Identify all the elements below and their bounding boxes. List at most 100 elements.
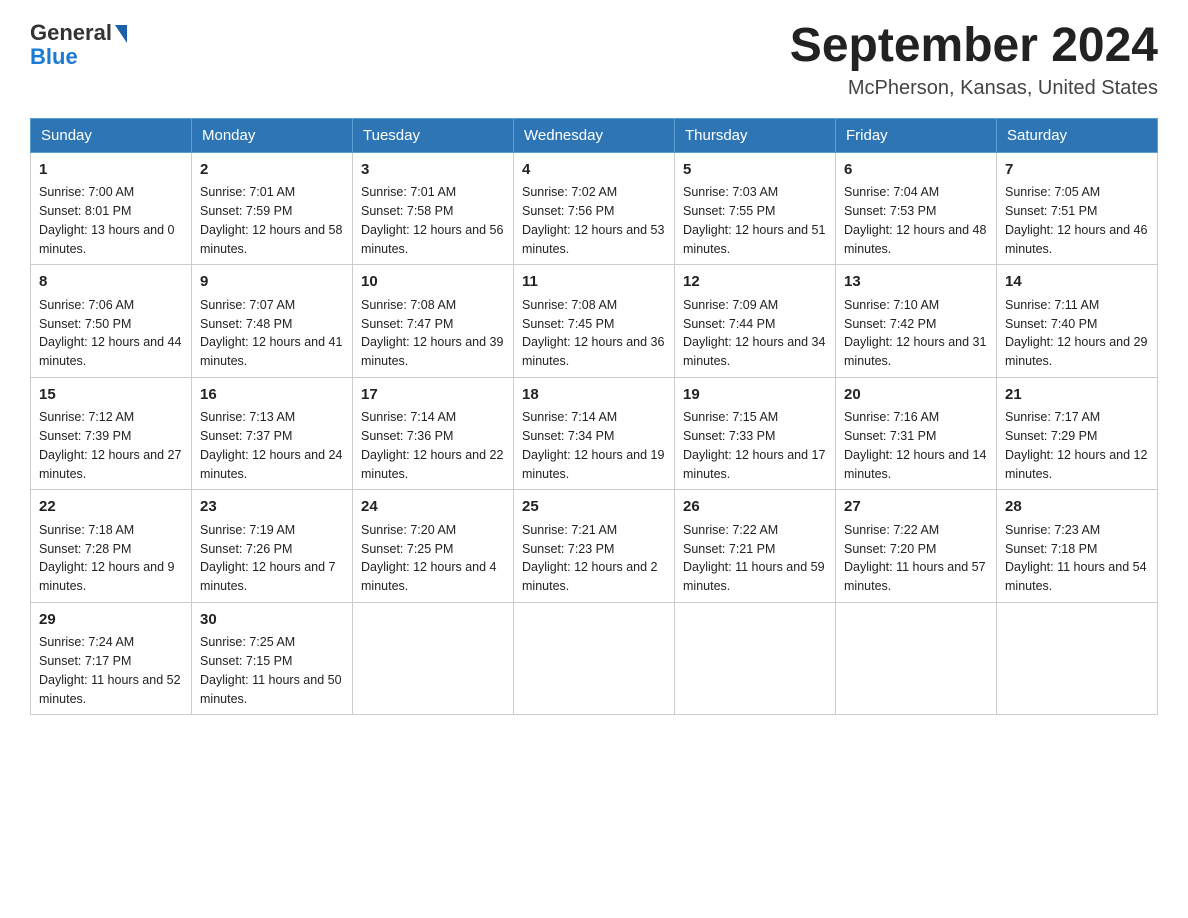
day-number: 30 bbox=[200, 609, 344, 632]
day-cell bbox=[675, 602, 836, 715]
day-info: Sunrise: 7:07 AMSunset: 7:48 PMDaylight:… bbox=[200, 296, 344, 371]
day-cell: 20Sunrise: 7:16 AMSunset: 7:31 PMDayligh… bbox=[836, 377, 997, 490]
day-cell: 11Sunrise: 7:08 AMSunset: 7:45 PMDayligh… bbox=[514, 265, 675, 378]
day-number: 6 bbox=[844, 159, 988, 182]
weekday-wednesday: Wednesday bbox=[514, 118, 675, 152]
day-number: 14 bbox=[1005, 271, 1149, 294]
page-header: General Blue September 2024 McPherson, K… bbox=[30, 20, 1158, 100]
day-info: Sunrise: 7:08 AMSunset: 7:47 PMDaylight:… bbox=[361, 296, 505, 371]
day-cell: 15Sunrise: 7:12 AMSunset: 7:39 PMDayligh… bbox=[31, 377, 192, 490]
day-cell: 23Sunrise: 7:19 AMSunset: 7:26 PMDayligh… bbox=[192, 490, 353, 603]
day-number: 27 bbox=[844, 496, 988, 519]
day-number: 20 bbox=[844, 384, 988, 407]
day-cell: 12Sunrise: 7:09 AMSunset: 7:44 PMDayligh… bbox=[675, 265, 836, 378]
day-cell: 18Sunrise: 7:14 AMSunset: 7:34 PMDayligh… bbox=[514, 377, 675, 490]
month-title: September 2024 bbox=[790, 20, 1158, 73]
day-cell: 29Sunrise: 7:24 AMSunset: 7:17 PMDayligh… bbox=[31, 602, 192, 715]
day-number: 1 bbox=[39, 159, 183, 182]
day-cell: 9Sunrise: 7:07 AMSunset: 7:48 PMDaylight… bbox=[192, 265, 353, 378]
day-cell: 28Sunrise: 7:23 AMSunset: 7:18 PMDayligh… bbox=[997, 490, 1158, 603]
day-info: Sunrise: 7:08 AMSunset: 7:45 PMDaylight:… bbox=[522, 296, 666, 371]
weekday-header-row: SundayMondayTuesdayWednesdayThursdayFrid… bbox=[31, 118, 1158, 152]
weekday-saturday: Saturday bbox=[997, 118, 1158, 152]
day-info: Sunrise: 7:11 AMSunset: 7:40 PMDaylight:… bbox=[1005, 296, 1149, 371]
day-cell: 13Sunrise: 7:10 AMSunset: 7:42 PMDayligh… bbox=[836, 265, 997, 378]
day-number: 28 bbox=[1005, 496, 1149, 519]
day-number: 4 bbox=[522, 159, 666, 182]
day-number: 7 bbox=[1005, 159, 1149, 182]
day-cell: 30Sunrise: 7:25 AMSunset: 7:15 PMDayligh… bbox=[192, 602, 353, 715]
day-number: 18 bbox=[522, 384, 666, 407]
day-number: 19 bbox=[683, 384, 827, 407]
day-cell: 3Sunrise: 7:01 AMSunset: 7:58 PMDaylight… bbox=[353, 152, 514, 265]
day-cell: 22Sunrise: 7:18 AMSunset: 7:28 PMDayligh… bbox=[31, 490, 192, 603]
weekday-friday: Friday bbox=[836, 118, 997, 152]
day-number: 17 bbox=[361, 384, 505, 407]
title-section: September 2024 McPherson, Kansas, United… bbox=[790, 20, 1158, 100]
day-number: 10 bbox=[361, 271, 505, 294]
location-title: McPherson, Kansas, United States bbox=[790, 77, 1158, 100]
day-number: 8 bbox=[39, 271, 183, 294]
day-info: Sunrise: 7:12 AMSunset: 7:39 PMDaylight:… bbox=[39, 408, 183, 483]
logo: General Blue bbox=[30, 20, 127, 70]
week-row-4: 22Sunrise: 7:18 AMSunset: 7:28 PMDayligh… bbox=[31, 490, 1158, 603]
day-number: 22 bbox=[39, 496, 183, 519]
day-number: 25 bbox=[522, 496, 666, 519]
calendar-table: SundayMondayTuesdayWednesdayThursdayFrid… bbox=[30, 118, 1158, 716]
day-number: 3 bbox=[361, 159, 505, 182]
day-number: 24 bbox=[361, 496, 505, 519]
day-info: Sunrise: 7:13 AMSunset: 7:37 PMDaylight:… bbox=[200, 408, 344, 483]
day-number: 2 bbox=[200, 159, 344, 182]
day-info: Sunrise: 7:19 AMSunset: 7:26 PMDaylight:… bbox=[200, 521, 344, 596]
day-cell: 8Sunrise: 7:06 AMSunset: 7:50 PMDaylight… bbox=[31, 265, 192, 378]
day-number: 23 bbox=[200, 496, 344, 519]
day-cell: 10Sunrise: 7:08 AMSunset: 7:47 PMDayligh… bbox=[353, 265, 514, 378]
day-number: 9 bbox=[200, 271, 344, 294]
day-info: Sunrise: 7:17 AMSunset: 7:29 PMDaylight:… bbox=[1005, 408, 1149, 483]
day-info: Sunrise: 7:14 AMSunset: 7:36 PMDaylight:… bbox=[361, 408, 505, 483]
day-cell bbox=[836, 602, 997, 715]
day-info: Sunrise: 7:01 AMSunset: 7:59 PMDaylight:… bbox=[200, 183, 344, 258]
day-info: Sunrise: 7:10 AMSunset: 7:42 PMDaylight:… bbox=[844, 296, 988, 371]
day-info: Sunrise: 7:03 AMSunset: 7:55 PMDaylight:… bbox=[683, 183, 827, 258]
week-row-2: 8Sunrise: 7:06 AMSunset: 7:50 PMDaylight… bbox=[31, 265, 1158, 378]
day-number: 15 bbox=[39, 384, 183, 407]
day-cell: 7Sunrise: 7:05 AMSunset: 7:51 PMDaylight… bbox=[997, 152, 1158, 265]
day-info: Sunrise: 7:06 AMSunset: 7:50 PMDaylight:… bbox=[39, 296, 183, 371]
logo-general-text: General bbox=[30, 20, 112, 46]
day-info: Sunrise: 7:23 AMSunset: 7:18 PMDaylight:… bbox=[1005, 521, 1149, 596]
day-info: Sunrise: 7:21 AMSunset: 7:23 PMDaylight:… bbox=[522, 521, 666, 596]
day-number: 12 bbox=[683, 271, 827, 294]
logo-arrow-icon bbox=[115, 25, 127, 43]
day-cell: 16Sunrise: 7:13 AMSunset: 7:37 PMDayligh… bbox=[192, 377, 353, 490]
day-info: Sunrise: 7:20 AMSunset: 7:25 PMDaylight:… bbox=[361, 521, 505, 596]
day-cell bbox=[997, 602, 1158, 715]
weekday-monday: Monday bbox=[192, 118, 353, 152]
day-number: 21 bbox=[1005, 384, 1149, 407]
day-cell: 26Sunrise: 7:22 AMSunset: 7:21 PMDayligh… bbox=[675, 490, 836, 603]
day-number: 11 bbox=[522, 271, 666, 294]
day-info: Sunrise: 7:25 AMSunset: 7:15 PMDaylight:… bbox=[200, 633, 344, 708]
day-info: Sunrise: 7:22 AMSunset: 7:21 PMDaylight:… bbox=[683, 521, 827, 596]
day-number: 5 bbox=[683, 159, 827, 182]
day-info: Sunrise: 7:02 AMSunset: 7:56 PMDaylight:… bbox=[522, 183, 666, 258]
weekday-thursday: Thursday bbox=[675, 118, 836, 152]
day-number: 26 bbox=[683, 496, 827, 519]
weekday-tuesday: Tuesday bbox=[353, 118, 514, 152]
day-info: Sunrise: 7:24 AMSunset: 7:17 PMDaylight:… bbox=[39, 633, 183, 708]
day-cell: 5Sunrise: 7:03 AMSunset: 7:55 PMDaylight… bbox=[675, 152, 836, 265]
day-info: Sunrise: 7:01 AMSunset: 7:58 PMDaylight:… bbox=[361, 183, 505, 258]
day-cell: 19Sunrise: 7:15 AMSunset: 7:33 PMDayligh… bbox=[675, 377, 836, 490]
day-info: Sunrise: 7:18 AMSunset: 7:28 PMDaylight:… bbox=[39, 521, 183, 596]
day-info: Sunrise: 7:16 AMSunset: 7:31 PMDaylight:… bbox=[844, 408, 988, 483]
day-cell: 2Sunrise: 7:01 AMSunset: 7:59 PMDaylight… bbox=[192, 152, 353, 265]
day-cell: 6Sunrise: 7:04 AMSunset: 7:53 PMDaylight… bbox=[836, 152, 997, 265]
weekday-sunday: Sunday bbox=[31, 118, 192, 152]
week-row-1: 1Sunrise: 7:00 AMSunset: 8:01 PMDaylight… bbox=[31, 152, 1158, 265]
day-cell: 21Sunrise: 7:17 AMSunset: 7:29 PMDayligh… bbox=[997, 377, 1158, 490]
day-cell: 17Sunrise: 7:14 AMSunset: 7:36 PMDayligh… bbox=[353, 377, 514, 490]
day-cell: 14Sunrise: 7:11 AMSunset: 7:40 PMDayligh… bbox=[997, 265, 1158, 378]
day-info: Sunrise: 7:00 AMSunset: 8:01 PMDaylight:… bbox=[39, 183, 183, 258]
day-cell: 1Sunrise: 7:00 AMSunset: 8:01 PMDaylight… bbox=[31, 152, 192, 265]
day-info: Sunrise: 7:15 AMSunset: 7:33 PMDaylight:… bbox=[683, 408, 827, 483]
